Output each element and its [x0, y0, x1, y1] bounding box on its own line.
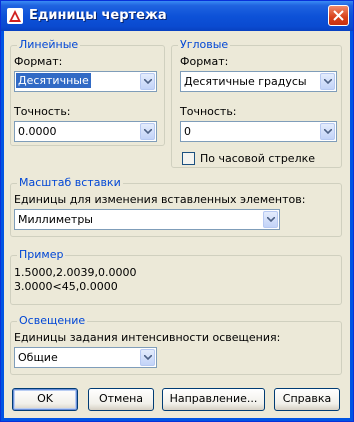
- chevron-down-icon[interactable]: [263, 211, 278, 228]
- lighting-legend: Освещение: [17, 314, 88, 327]
- linear-format-value: Десятичные: [16, 73, 91, 88]
- chevron-down-icon[interactable]: [320, 123, 335, 140]
- insertion-units-value: Миллиметры: [18, 213, 93, 226]
- chevron-down-icon[interactable]: [140, 123, 155, 140]
- insertion-units-select[interactable]: Миллиметры: [14, 209, 280, 230]
- clockwise-label[interactable]: По часовой стрелке: [200, 152, 315, 165]
- insertion-scale-group: Масштаб вставки Единицы для изменения вс…: [10, 176, 342, 237]
- autocad-app-icon: [7, 8, 23, 24]
- help-button[interactable]: Справка: [274, 388, 340, 411]
- insertion-legend: Масштаб вставки: [17, 176, 123, 189]
- chevron-down-icon[interactable]: [320, 73, 335, 90]
- window-title: Единицы чертежа: [29, 8, 167, 23]
- angular-format-value: Десятичные градусы: [184, 75, 307, 88]
- chevron-down-icon[interactable]: [140, 349, 155, 366]
- chevron-down-icon[interactable]: [140, 73, 155, 90]
- angular-precision-select[interactable]: 0: [180, 121, 337, 142]
- linear-precision-label: Точность:: [14, 105, 71, 118]
- insertion-units-label: Единицы для изменения вставленных элемен…: [14, 193, 306, 206]
- ok-button[interactable]: OK: [12, 388, 78, 411]
- linear-group: Линейные Формат: Десятичные Точность: 0.…: [10, 38, 165, 146]
- linear-precision-select[interactable]: 0.0000: [14, 121, 157, 142]
- angular-precision-label: Точность:: [180, 105, 237, 118]
- dialog-body: Линейные Формат: Десятичные Точность: 0.…: [4, 31, 350, 418]
- sample-legend: Пример: [17, 248, 66, 261]
- angular-legend: Угловые: [178, 38, 231, 51]
- angular-format-select[interactable]: Десятичные градусы: [180, 71, 337, 92]
- lighting-units-label: Единицы задания интенсивности освещения:: [14, 331, 281, 344]
- lighting-group: Освещение Единицы задания интенсивности …: [10, 314, 342, 375]
- angular-format-label: Формат:: [180, 55, 229, 68]
- close-button[interactable]: [328, 5, 349, 26]
- title-bar[interactable]: Единицы чертежа: [1, 1, 353, 31]
- clockwise-checkbox[interactable]: [182, 152, 195, 165]
- linear-legend: Линейные: [17, 38, 81, 51]
- angular-precision-value: 0: [184, 125, 191, 138]
- angular-group: Угловые Формат: Десятичные градусы Точно…: [171, 38, 342, 168]
- cancel-button[interactable]: Отмена: [88, 388, 154, 411]
- sample-line-1: 1.5000,2.0039,0.0000: [14, 266, 137, 279]
- lighting-units-select[interactable]: Общие: [14, 347, 157, 368]
- lighting-units-value: Общие: [18, 351, 58, 364]
- linear-format-label: Формат:: [14, 55, 63, 68]
- linear-format-select[interactable]: Десятичные: [14, 71, 157, 92]
- sample-group: Пример 1.5000,2.0039,0.0000 3.0000<45,0.…: [10, 248, 342, 305]
- linear-precision-value: 0.0000: [18, 125, 57, 138]
- close-icon: [333, 10, 344, 21]
- dialog-window: Единицы чертежа Линейные Формат: Десятич…: [0, 0, 354, 422]
- sample-line-2: 3.0000<45,0.0000: [14, 280, 118, 293]
- direction-button[interactable]: Направление...: [162, 388, 265, 411]
